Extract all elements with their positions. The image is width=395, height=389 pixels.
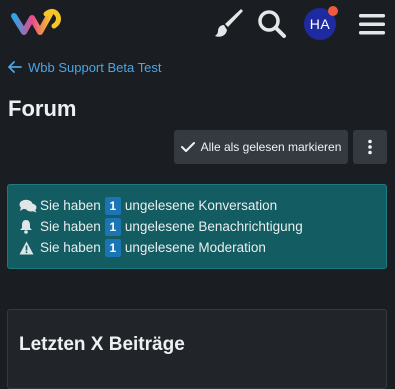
top-bar: HA — [0, 0, 395, 48]
page-title: Forum — [8, 96, 77, 121]
notification-count-badge: 1 — [104, 217, 121, 236]
arrow-left-icon — [8, 61, 22, 73]
box-title: Letzten X Beiträge — [19, 334, 185, 355]
unread-notice: Sie haben 1 ungelesene Konversation Sie … — [7, 184, 387, 269]
logo[interactable] — [10, 6, 62, 40]
moderation-count-badge: 1 — [104, 238, 121, 257]
conversation-count-badge: 1 — [104, 196, 121, 215]
check-icon — [180, 142, 195, 152]
latest-posts-box: Letzten X Beiträge — [7, 309, 387, 389]
mark-all-read-button[interactable]: Alle als gelesen markieren — [174, 130, 348, 164]
menu-icon[interactable] — [354, 6, 390, 42]
notice-moderation[interactable]: Sie haben 1 ungelesene Moderation — [19, 237, 386, 258]
comments-icon — [19, 199, 37, 213]
bell-icon — [19, 219, 37, 234]
notice-notifications[interactable]: Sie haben 1 ungelesene Benachrichtigung — [19, 216, 386, 237]
more-options-button[interactable] — [353, 130, 387, 164]
ellipsis-vertical-icon — [368, 139, 372, 155]
user-menu[interactable]: HA — [302, 6, 338, 42]
warning-icon — [19, 241, 37, 255]
notification-dot-icon — [328, 6, 338, 16]
brush-icon[interactable] — [212, 6, 248, 42]
notice-conversations[interactable]: Sie haben 1 ungelesene Konversation — [19, 195, 386, 216]
breadcrumb-label: Wbb Support Beta Test — [28, 59, 162, 75]
mark-all-read-label: Alle als gelesen markieren — [200, 140, 342, 154]
search-icon[interactable] — [254, 6, 290, 42]
breadcrumb[interactable]: Wbb Support Beta Test — [8, 58, 161, 76]
